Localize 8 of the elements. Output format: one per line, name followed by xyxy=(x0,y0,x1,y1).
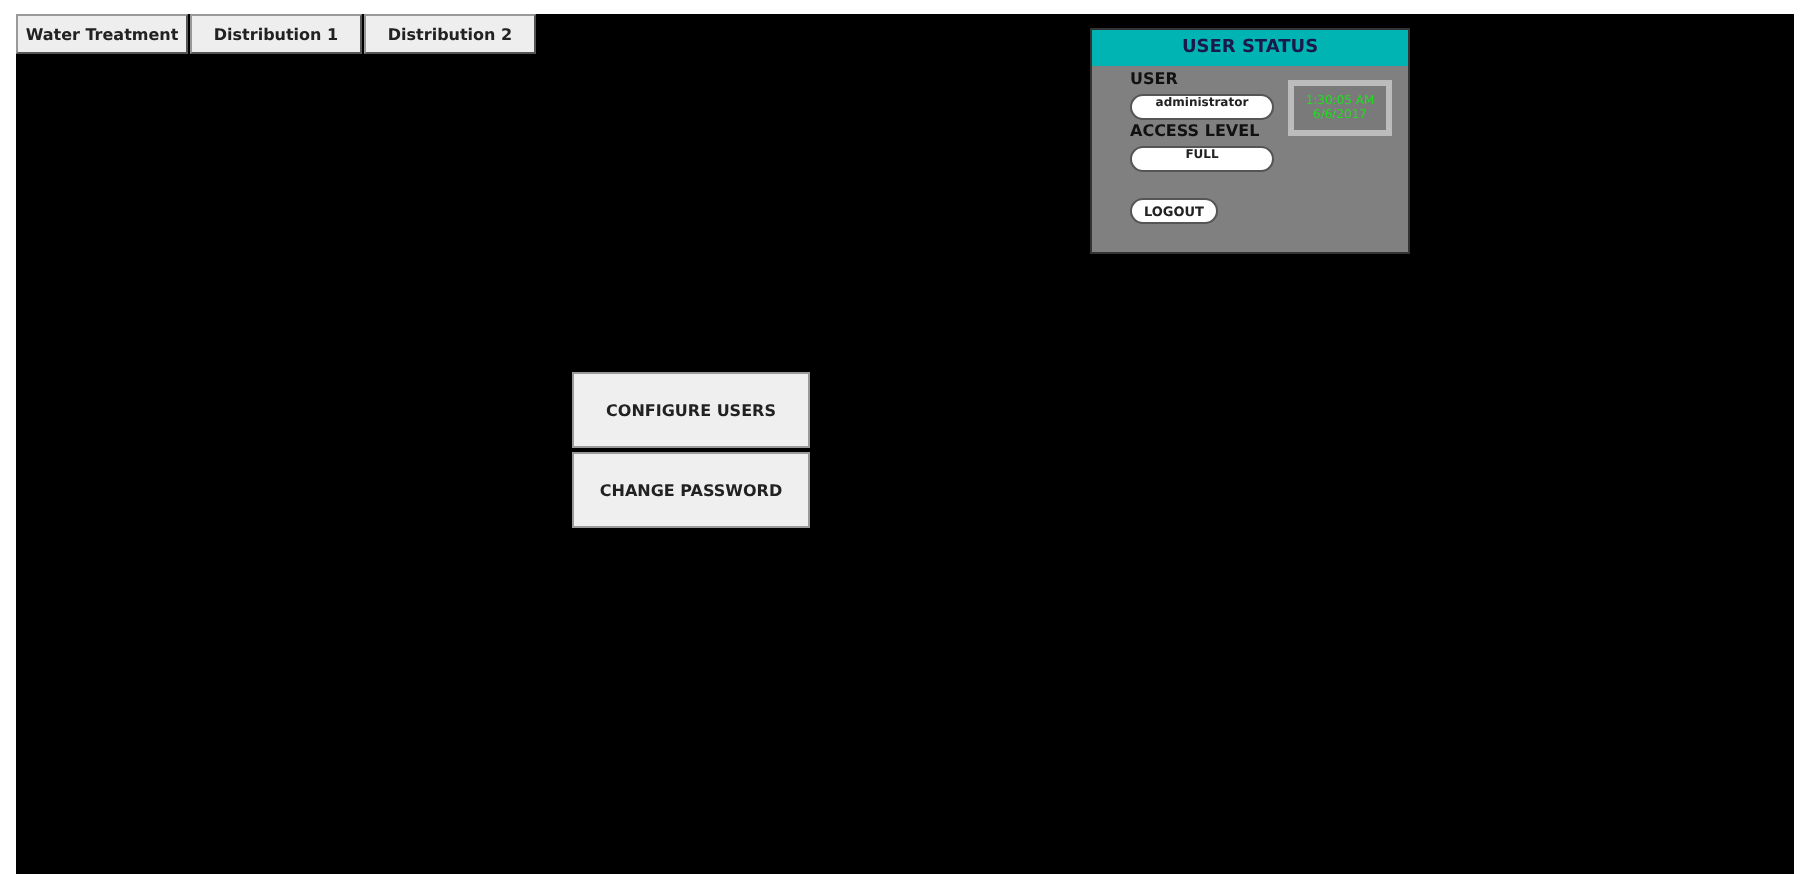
nav-tab[interactable]: Distribution 2 xyxy=(364,14,536,54)
nav-tab[interactable]: Distribution 1 xyxy=(190,14,362,54)
access-level-label: ACCESS LEVEL xyxy=(1130,122,1260,140)
menu-button[interactable]: CONFIGURE USERS xyxy=(572,372,810,448)
nav-tab[interactable]: Water Treatment xyxy=(16,14,188,54)
panel-title: USER STATUS xyxy=(1092,30,1408,66)
user-label: USER xyxy=(1130,70,1178,88)
menu-button[interactable]: CHANGE PASSWORD xyxy=(572,452,810,528)
